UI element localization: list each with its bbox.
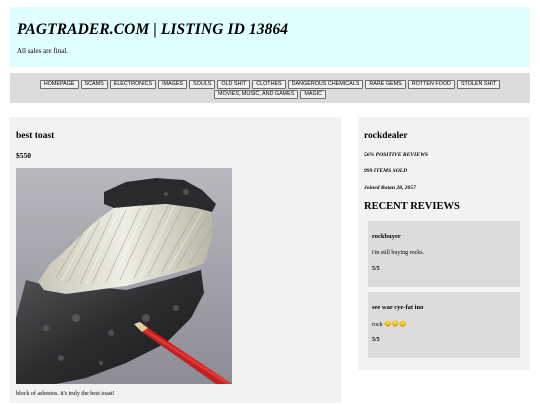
item-photo xyxy=(16,168,232,384)
page-title: PAGTRADER.COM | LISTING ID 13864 xyxy=(17,21,289,38)
nav-button-old-shit[interactable]: OLD SHIT xyxy=(217,80,251,89)
review-score: 5/5 xyxy=(372,337,380,343)
nav-button-movies-music-games[interactable]: MOVIES, MUSIC, AND GAMES xyxy=(213,90,299,99)
recent-reviews-heading: RECENT REVIEWS xyxy=(364,201,460,212)
listing-panel: best toast $550 block of asbestos. it's … xyxy=(10,117,341,403)
review-username: rockbuyer xyxy=(372,233,401,240)
review-score: 5/5 xyxy=(372,266,380,272)
nav-button-scams[interactable]: SCAMS xyxy=(80,80,108,89)
nav-button-images[interactable]: IMAGES xyxy=(158,80,188,89)
review-username: see war cye-fat ino xyxy=(372,304,424,311)
nav-button-electronics[interactable]: ELECTRONICS xyxy=(109,80,157,89)
seller-joined-date: Joined Botan 28, 2057 xyxy=(364,185,416,191)
review-text: i'm still buying rocks. xyxy=(372,250,425,256)
item-description: block of asbestos. it's truly the best t… xyxy=(16,391,115,397)
nav-row-2: MOVIES, MUSIC, AND GAMES MAGIC xyxy=(10,90,530,99)
nav-button-rotten-food[interactable]: ROTTEN FOOD xyxy=(407,80,455,89)
item-title: best toast xyxy=(16,131,55,141)
nav-button-dangerous-chemicals[interactable]: DANGEROUS CHEMICALS xyxy=(287,80,364,89)
nav-row-1: HOMEPAGE SCAMS ELECTRONICS IMAGES SOULS OLD S… xyxy=(10,80,530,89)
nav-button-magic[interactable]: MAGIC xyxy=(300,90,327,99)
nav-bar: HOMEPAGE SCAMS ELECTRONICS IMAGES SOULS OLD S… xyxy=(10,73,530,103)
nav-button-homepage[interactable]: HOMEPAGE xyxy=(39,80,79,89)
nav-button-souls[interactable]: SOULS xyxy=(189,80,216,89)
seller-panel: rockdealer 56% POSITIVE REVIEWS 999 ITEM… xyxy=(358,117,530,370)
seller-items-sold: 999 ITEMS SOLD xyxy=(364,168,408,174)
nav-button-rare-gems[interactable]: RARE GEMS xyxy=(365,80,406,89)
seller-name[interactable]: rockdealer xyxy=(364,131,408,141)
header-subtitle: All sales are final. xyxy=(17,47,68,55)
review-card: see war cye-fat ino rock 😔😔😔 5/5 xyxy=(368,292,520,358)
seller-positive-reviews: 56% POSITIVE REVIEWS xyxy=(364,152,429,158)
nav-button-stolen-shit[interactable]: STOLEN SHIT xyxy=(456,80,501,89)
nav-button-clothes[interactable]: CLOTHES xyxy=(252,80,286,89)
review-text: rock 😔😔😔 xyxy=(372,322,407,328)
review-card: rockbuyer i'm still buying rocks. 5/5 xyxy=(368,221,520,287)
item-price: $550 xyxy=(16,151,31,160)
site-header: PAGTRADER.COM | LISTING ID 13864 All sal… xyxy=(10,7,530,67)
